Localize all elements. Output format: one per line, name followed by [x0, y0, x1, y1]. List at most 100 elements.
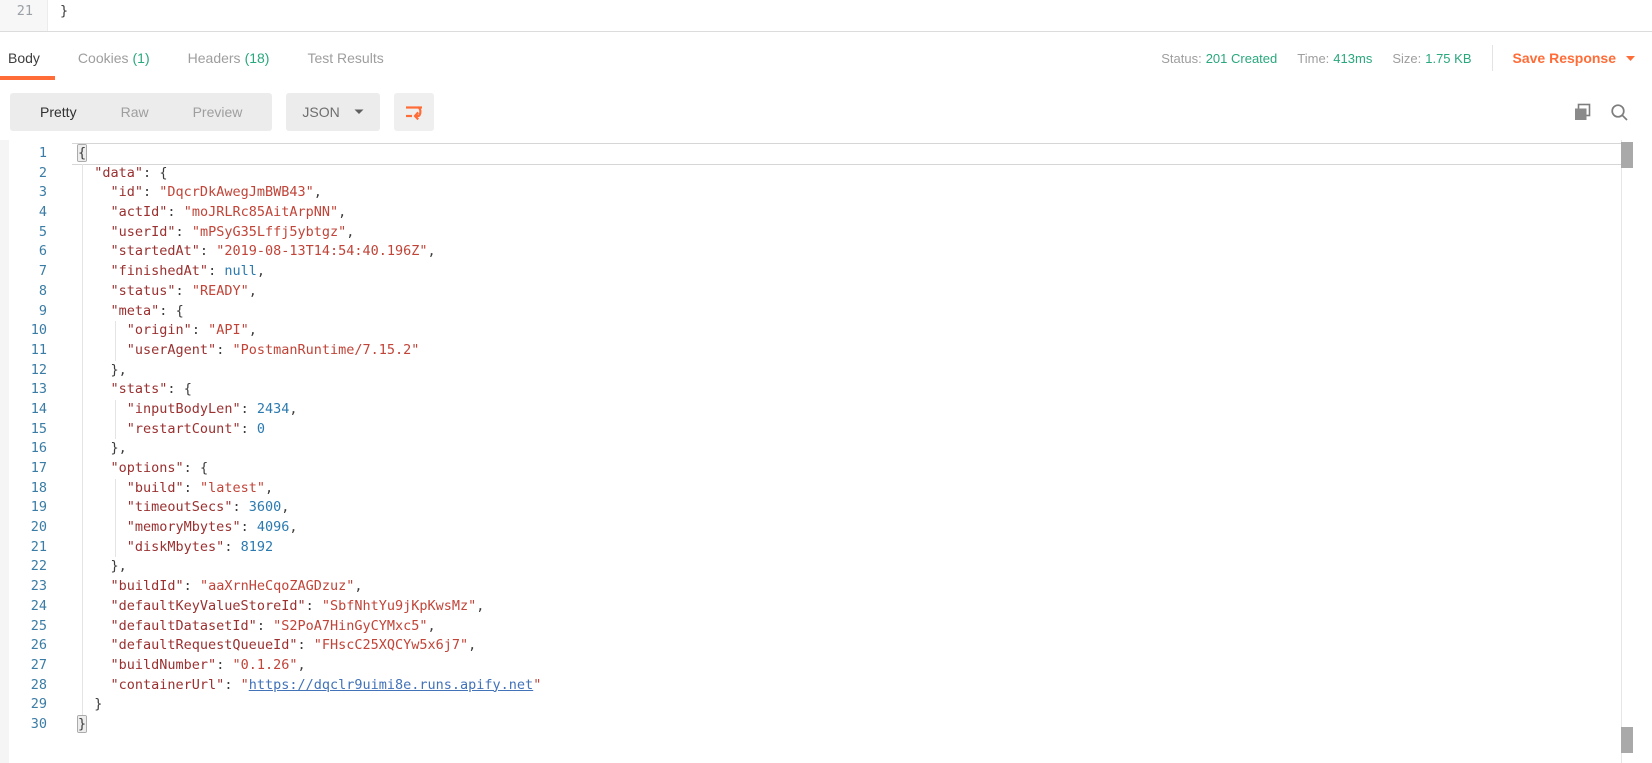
status-value: 201 Created	[1206, 51, 1278, 66]
indent-guide	[82, 617, 83, 637]
view-mode-preview[interactable]: Preview	[171, 104, 265, 120]
size-badge: Size: 1.75 KB	[1392, 51, 1471, 66]
code-line: {	[72, 144, 1622, 164]
indent-guide	[115, 518, 116, 538]
code-line: "diskMbytes": 8192	[72, 538, 1622, 558]
tab-body[interactable]: Body	[8, 50, 40, 66]
indent-guide	[82, 459, 83, 479]
tab-cookies-label: Cookies	[78, 50, 129, 66]
code-line: "userId": "mPSyG35Lffj5ybtgz",	[72, 223, 1622, 243]
wrap-text-button[interactable]	[394, 93, 434, 131]
copy-icon[interactable]	[1572, 102, 1593, 123]
indent-guide	[82, 380, 83, 400]
code-line: },	[72, 439, 1622, 459]
size-label: Size:	[1392, 51, 1421, 66]
cookies-count-badge: (1)	[133, 50, 150, 66]
tab-headers-label: Headers	[188, 50, 241, 66]
indent-guide	[115, 420, 116, 440]
code-line: "memoryMbytes": 4096,	[72, 518, 1622, 538]
code-line: "defaultKeyValueStoreId": "SbfNhtYu9jKpK…	[72, 597, 1622, 617]
indent-guide	[82, 262, 83, 282]
headers-count-badge: (18)	[245, 50, 270, 66]
code-line: }	[72, 715, 1622, 735]
tab-test-results-label: Test Results	[307, 50, 383, 66]
code-line: "data": {	[72, 164, 1622, 184]
response-view-toolbar: Pretty Raw Preview JSON	[0, 84, 1652, 140]
status-label: Status:	[1161, 51, 1201, 66]
tab-headers[interactable]: Headers(18)	[188, 50, 270, 66]
editor-left-strip	[0, 140, 9, 763]
indent-guide	[82, 695, 83, 715]
scrollbar-thumb[interactable]	[1621, 142, 1633, 168]
request-code-line: }	[48, 0, 68, 31]
active-tab-underline	[0, 76, 55, 80]
code-line: "build": "latest",	[72, 479, 1622, 499]
save-response-button[interactable]: Save Response	[1513, 50, 1637, 66]
code-line: },	[72, 557, 1622, 577]
tab-test-results[interactable]: Test Results	[307, 50, 383, 66]
indent-guide	[115, 341, 116, 361]
scrollbar-thumb-outer[interactable]	[1621, 727, 1633, 753]
time-value: 413ms	[1333, 51, 1372, 66]
format-select[interactable]: JSON	[286, 93, 379, 131]
size-value: 1.75 KB	[1425, 51, 1471, 66]
code-line: "timeoutSecs": 3600,	[72, 498, 1622, 518]
indent-guide	[82, 400, 83, 420]
code-line: "inputBodyLen": 2434,	[72, 400, 1622, 420]
tab-cookies[interactable]: Cookies(1)	[78, 50, 150, 66]
code-line: "defaultRequestQueueId": "FHscC25XQCYw5x…	[72, 636, 1622, 656]
request-line-number: 21	[0, 0, 48, 31]
indent-guide	[82, 439, 83, 459]
indent-guide	[82, 656, 83, 676]
code-line: "actId": "moJRLRc85AitArpNN",	[72, 203, 1622, 223]
postman-response-panel: 21 } Body Cookies(1) Headers(18) Test Re…	[0, 0, 1652, 763]
code-line: "buildNumber": "0.1.26",	[72, 656, 1622, 676]
indent-guide	[82, 518, 83, 538]
container-url-link[interactable]: https://dqclr9uimi8e.runs.apify.net	[249, 677, 533, 693]
code-line: }	[72, 695, 1622, 715]
response-tab-bar: Body Cookies(1) Headers(18) Test Results…	[0, 32, 1652, 84]
indent-guide	[82, 361, 83, 381]
code-lines: { "data": { "id": "DqcrDkAwegJmBWB43", "…	[47, 144, 1652, 763]
caret-down-icon	[354, 109, 364, 115]
indent-guide	[82, 498, 83, 518]
code-line: },	[72, 361, 1622, 381]
scrollbar-track	[1621, 140, 1622, 763]
indent-guide	[82, 321, 83, 341]
indent-guide	[82, 597, 83, 617]
indent-guide	[82, 302, 83, 322]
request-editor-strip[interactable]: 21 }	[0, 0, 1652, 32]
search-icon[interactable]	[1609, 102, 1630, 123]
indent-guide	[82, 577, 83, 597]
indent-guide	[115, 479, 116, 499]
indent-guide	[82, 479, 83, 499]
indent-guide	[82, 183, 83, 203]
view-mode-pretty[interactable]: Pretty	[18, 104, 99, 120]
code-line: "finishedAt": null,	[72, 262, 1622, 282]
tab-body-label: Body	[8, 50, 40, 66]
wrap-text-icon	[403, 101, 425, 123]
indent-guide	[82, 341, 83, 361]
format-select-value: JSON	[302, 104, 339, 120]
toolbar-right-icons	[1572, 102, 1630, 123]
code-line: "defaultDatasetId": "S2PoA7HinGyCYMxc5",	[72, 617, 1622, 637]
divider	[1492, 45, 1493, 71]
code-line: "status": "READY",	[72, 282, 1622, 302]
response-meta-bar: Status:201 Created Time:413ms Size:1.75 …	[1161, 45, 1652, 71]
indent-guide	[115, 498, 116, 518]
indent-guide	[82, 538, 83, 558]
code-line: "startedAt": "2019-08-13T14:54:40.196Z",	[72, 242, 1622, 262]
code-line: "buildId": "aaXrnHeCqoZAGDzuz",	[72, 577, 1622, 597]
code-line: "meta": {	[72, 302, 1622, 322]
caret-down-icon	[1625, 55, 1636, 62]
response-body-editor[interactable]: 1234567891011121314151617181920212223242…	[0, 140, 1652, 763]
code-line: "restartCount": 0	[72, 420, 1622, 440]
indent-guide	[115, 538, 116, 558]
indent-guide	[82, 282, 83, 302]
view-mode-raw[interactable]: Raw	[99, 104, 171, 120]
indent-guide	[82, 164, 83, 184]
indent-guide	[115, 400, 116, 420]
save-response-label: Save Response	[1513, 50, 1617, 66]
indent-guide	[82, 557, 83, 577]
indent-guide	[82, 242, 83, 262]
